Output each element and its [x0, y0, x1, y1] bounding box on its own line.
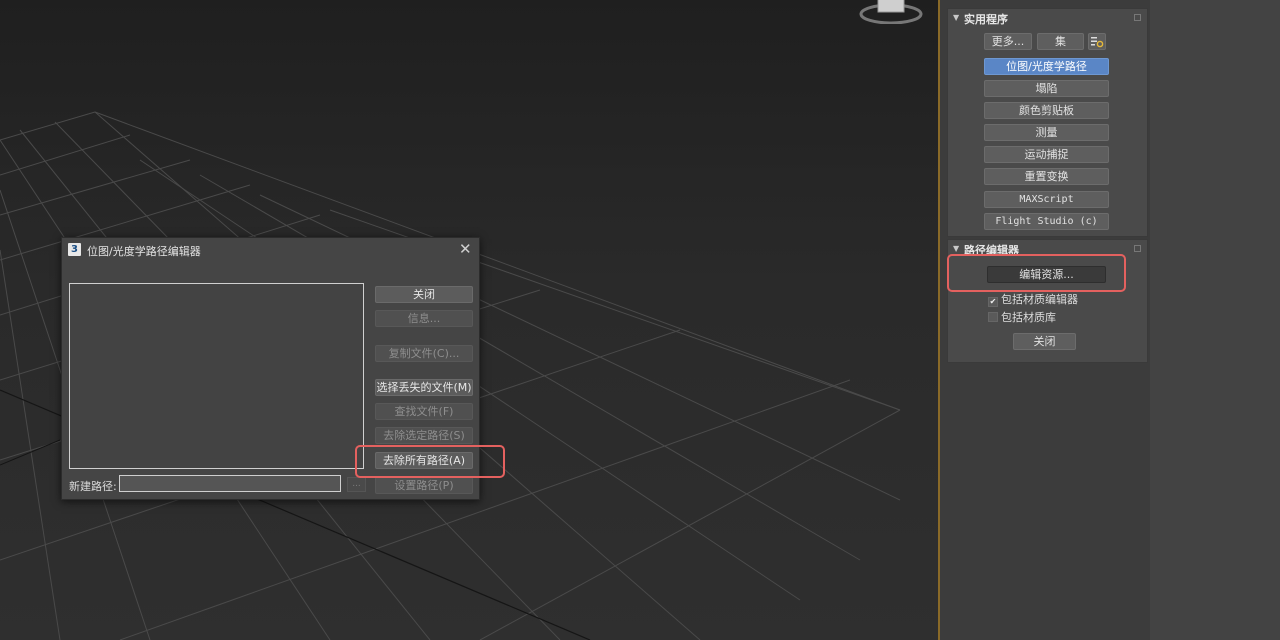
3dsmax-app-icon: 3: [68, 243, 81, 256]
utility-flight-studio[interactable]: Flight Studio (c): [984, 213, 1109, 230]
new-path-label: 新建路径:: [69, 480, 117, 493]
utility-motion-capture[interactable]: 运动捕捉: [984, 146, 1109, 163]
configure-sets-button[interactable]: [1088, 33, 1106, 50]
copy-files-button[interactable]: 复制文件(C)...: [375, 345, 473, 362]
highlight-strip-all-paths: [355, 445, 505, 478]
include-material-library-checkbox[interactable]: 包括材质库: [988, 309, 1056, 325]
more-button[interactable]: 更多...: [984, 33, 1032, 50]
utilities-rollout-title: 实用程序: [964, 13, 1008, 26]
utility-color-clipboard[interactable]: 颜色剪贴板: [984, 102, 1109, 119]
select-missing-files-button[interactable]: 选择丢失的文件(M): [375, 379, 473, 396]
rollout-pin-icon: [1134, 14, 1141, 21]
include-material-editor-label: 包括材质编辑器: [1001, 293, 1078, 306]
info-button[interactable]: 信息...: [375, 310, 473, 327]
browse-button[interactable]: ...: [347, 477, 366, 492]
dialog-title-bar[interactable]: 3 位图/光度学路径编辑器 ✕: [62, 238, 479, 262]
command-panel-strip: [1150, 0, 1280, 640]
utility-maxscript[interactable]: MAXScript: [984, 191, 1109, 208]
dialog-title: 位图/光度学路径编辑器: [87, 245, 201, 258]
utilities-rollout-header[interactable]: ▼ 实用程序: [948, 9, 1147, 27]
collapse-triangle-icon: ▼: [953, 13, 960, 22]
utility-measure[interactable]: 测量: [984, 124, 1109, 141]
include-material-editor-checkbox[interactable]: ✔ 包括材质编辑器: [988, 291, 1078, 307]
checkbox-checked-icon: ✔: [988, 297, 998, 307]
include-material-library-label: 包括材质库: [1001, 311, 1056, 324]
close-icon[interactable]: ✕: [459, 240, 472, 258]
dialog-close-button[interactable]: 关闭: [375, 286, 473, 303]
path-editor-close-button[interactable]: 关闭: [1013, 333, 1076, 350]
highlight-edit-resources: [947, 254, 1126, 292]
viewcube-icon[interactable]: [858, 0, 928, 24]
collapse-triangle-icon: ▼: [953, 244, 960, 253]
set-path-button[interactable]: 设置路径(P): [375, 477, 473, 494]
checkbox-unchecked-icon: [988, 312, 998, 322]
find-files-button[interactable]: 查找文件(F): [375, 403, 473, 420]
utility-reset-xform[interactable]: 重置变换: [984, 168, 1109, 185]
utility-bitmap-photometric-paths[interactable]: 位图/光度学路径: [984, 58, 1109, 75]
utility-collapse[interactable]: 塌陷: [984, 80, 1109, 97]
configure-sets-icon: [1091, 37, 1104, 48]
paths-listbox[interactable]: [69, 283, 364, 469]
sets-button[interactable]: 集: [1037, 33, 1084, 50]
new-path-input[interactable]: [119, 475, 341, 492]
rollout-pin-icon: [1134, 245, 1141, 252]
strip-selected-paths-button[interactable]: 去除选定路径(S): [375, 427, 473, 444]
